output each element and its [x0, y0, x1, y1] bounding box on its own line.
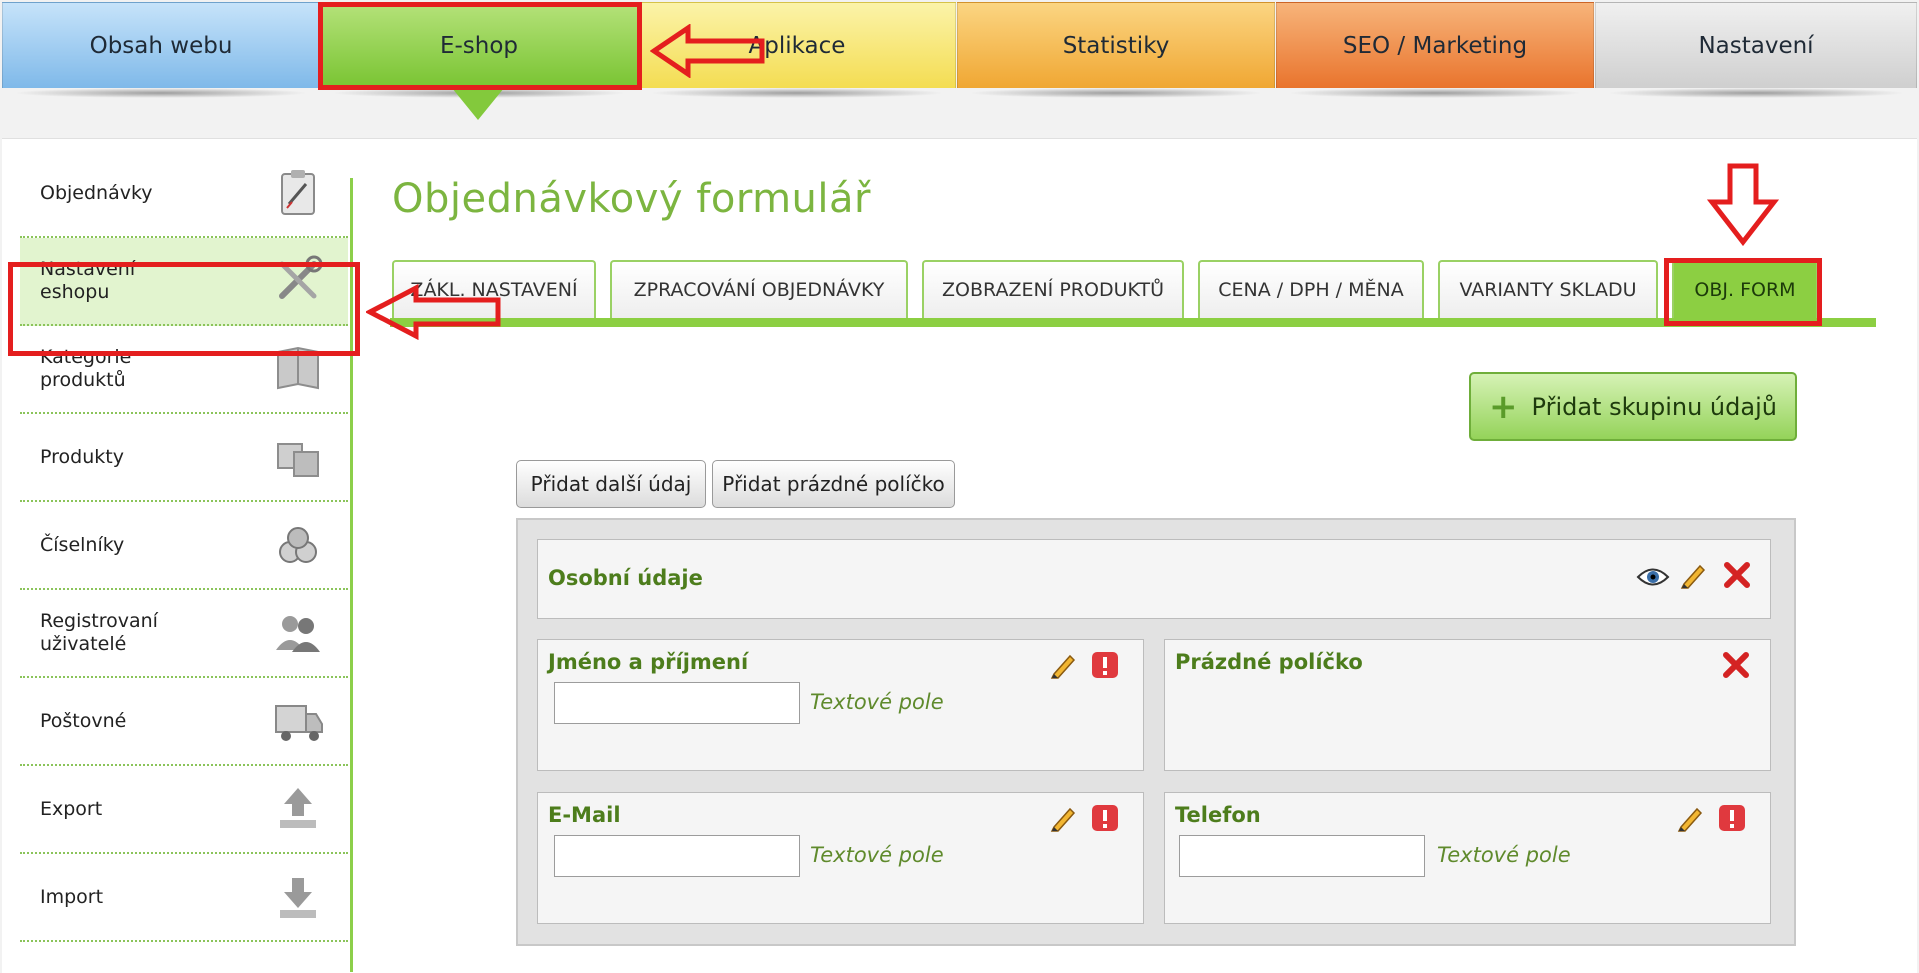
text-input-preview[interactable]	[554, 835, 800, 877]
field-e-mail: E-Mail Textové pole	[537, 792, 1144, 924]
field-telefon: Telefon Textové pole	[1164, 792, 1771, 924]
add-group-button[interactable]: + Přidat skupinu údajů	[1469, 372, 1797, 441]
text-input-preview[interactable]	[1179, 835, 1425, 877]
nav-tab-label: SEO / Marketing	[1342, 32, 1528, 59]
tab-underline	[390, 318, 1876, 327]
required-icon[interactable]	[1090, 803, 1120, 833]
pencil-icon[interactable]	[1675, 803, 1705, 833]
nav-tab-label: Obsah webu	[89, 32, 233, 59]
nav-tab-label: Nastavení	[1698, 32, 1814, 59]
annotation-arrow-left-icon	[650, 24, 765, 78]
field-prazdne-policko: Prázdné políčko	[1164, 639, 1771, 771]
nav-tab-label: E-shop	[439, 32, 519, 59]
eye-icon[interactable]	[1636, 562, 1670, 592]
nav-tab-label: Statistiky	[1062, 32, 1170, 59]
field-type: Textové pole	[1437, 843, 1571, 867]
annotation-arrow-left-icon	[366, 284, 501, 340]
group-osobni-udaje: Osobní údaje	[537, 539, 1771, 619]
nav-tab-obsah-webu[interactable]: Obsah webu	[2, 2, 320, 98]
numbers-icon	[279, 527, 317, 563]
sidebar-divider	[350, 178, 353, 972]
boxes-icon	[277, 443, 319, 477]
text-input-preview[interactable]	[554, 682, 800, 724]
sidebar-item-export[interactable]: Export	[20, 766, 348, 854]
page-title: Objednávkový formulář	[392, 176, 871, 222]
field-label: Telefon	[1175, 803, 1261, 827]
tab-zpracovani-objednavky[interactable]: ZPRACOVÁNÍ OBJEDNÁVKY	[610, 260, 908, 318]
plus-icon: +	[1489, 386, 1518, 427]
add-field-button[interactable]: Přidat další údaj	[516, 460, 706, 508]
pencil-icon[interactable]	[1678, 560, 1708, 590]
field-label: Jméno a příjmení	[548, 650, 749, 674]
sidebar-item-registrovani-uzivatele[interactable]: Registrovaní uživatelé	[20, 590, 348, 678]
sidebar-item-label: Číselníky	[40, 533, 125, 556]
group-title: Osobní údaje	[548, 566, 703, 590]
delete-icon[interactable]	[1722, 560, 1752, 590]
add-group-label: Přidat skupinu údajů	[1531, 392, 1777, 421]
tools-icon	[279, 255, 323, 299]
annotation-arrow-down-icon	[1706, 163, 1780, 246]
sidebar-item-label: Kategorie produktů	[40, 346, 132, 391]
nav-tab-e-shop[interactable]: E-shop	[320, 2, 638, 98]
pencil-icon[interactable]	[1048, 803, 1078, 833]
top-navigation: Obsah webu E-shop Aplikace Statistiky SE…	[0, 0, 1919, 120]
field-jmeno-a-prijmeni: Jméno a příjmení Textové pole	[537, 639, 1144, 771]
clipboard-icon	[281, 170, 315, 215]
download-icon	[280, 878, 316, 918]
field-label: Prázdné políčko	[1175, 650, 1363, 674]
truck-icon	[275, 705, 323, 741]
sidebar-item-label: Registrovaní uživatelé	[40, 610, 158, 655]
add-empty-field-button[interactable]: Přidat prázdné políčko	[712, 460, 955, 508]
field-type: Textové pole	[810, 690, 944, 714]
delete-icon[interactable]	[1721, 650, 1751, 680]
sidebar-item-ciselniky[interactable]: Číselníky	[20, 502, 348, 590]
sidebar-item-kategorie-produktu[interactable]: Kategorie produktů	[20, 326, 348, 414]
sidebar-item-label: Poštovné	[40, 709, 127, 732]
field-label: E-Mail	[548, 803, 621, 827]
nav-tab-nastaveni[interactable]: Nastavení	[1595, 2, 1917, 98]
sidebar-item-produkty[interactable]: Produkty	[20, 414, 348, 502]
sidebar-item-nastaveni-eshopu[interactable]: Nastavení eshopu	[20, 238, 348, 326]
sidebar-item-label: Import	[40, 885, 104, 908]
users-icon	[276, 616, 320, 652]
sidebar-item-objednavky[interactable]: Objednávky	[20, 150, 348, 238]
tab-varianty-skladu[interactable]: VARIANTY SKLADU	[1438, 260, 1658, 318]
field-type: Textové pole	[810, 843, 944, 867]
sidebar-item-label: Produkty	[40, 445, 124, 468]
required-icon[interactable]	[1717, 803, 1747, 833]
nav-tab-statistiky[interactable]: Statistiky	[957, 2, 1275, 98]
sidebar-item-postovne[interactable]: Poštovné	[20, 678, 348, 766]
sidebar-item-label: Objednávky	[40, 181, 153, 204]
sidebar-item-label: Export	[40, 797, 103, 820]
nav-tab-seo-marketing[interactable]: SEO / Marketing	[1276, 2, 1594, 98]
sidebar-item-import[interactable]: Import	[20, 854, 348, 942]
required-icon[interactable]	[1090, 650, 1120, 680]
pencil-icon[interactable]	[1048, 650, 1078, 680]
tab-obj-form[interactable]: OBJ. FORM	[1672, 260, 1818, 318]
tab-zobrazeni-produktu[interactable]: ZOBRAZENÍ PRODUKTŮ	[922, 260, 1184, 318]
book-icon	[277, 346, 319, 390]
active-tab-pointer	[452, 88, 504, 120]
upload-icon	[280, 788, 316, 828]
sidebar-item-label: Nastavení eshopu	[40, 258, 136, 303]
tab-cena-dph-mena[interactable]: CENA / DPH / MĚNA	[1198, 260, 1424, 318]
